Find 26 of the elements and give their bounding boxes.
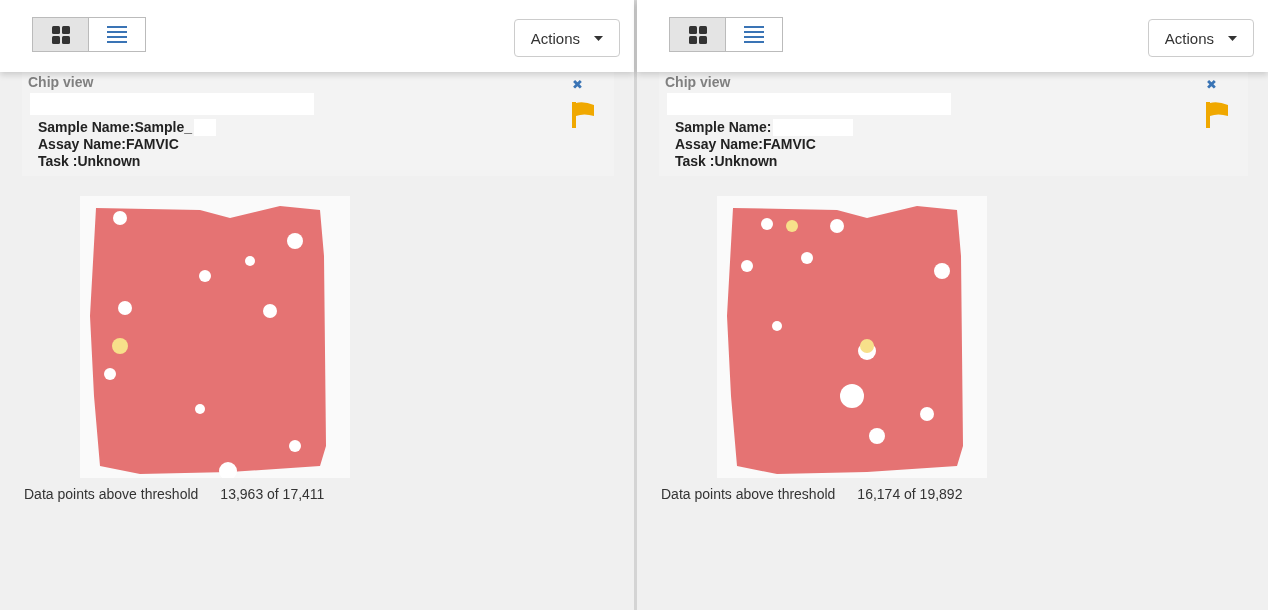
sample-name: Sample Name: [675,119,772,136]
threshold-value: 13,963 of 17,411 [220,486,325,502]
sample-name: Sample Name:Sample_ [38,119,193,136]
threshold-label: Data points above threshold [24,486,199,502]
assay-name: Assay Name:FAMVIC [38,136,180,153]
actions-button[interactable]: Actions [1147,19,1254,57]
close-button[interactable]: ✖ [572,77,583,92]
card-title: Chip view [28,74,95,90]
assay-name: Assay Name:FAMVIC [675,136,817,153]
grid-view-button[interactable] [33,18,89,51]
actions-button[interactable]: Actions [513,19,620,57]
close-button[interactable]: ✖ [1206,77,1217,92]
grid-icon [687,24,708,45]
list-icon [107,25,127,44]
task-label: Task :Unknown [38,153,142,170]
grid-icon [50,24,71,45]
view-toggle[interactable] [669,17,783,52]
grid-view-button[interactable] [670,18,726,51]
caret-icon [594,35,603,41]
threshold-label: Data points above threshold [661,486,836,502]
caret-icon [1228,35,1237,41]
card-title: Chip view [665,74,732,90]
list-icon [744,25,764,44]
threshold-value: 16,174 of 19,892 [857,486,963,502]
view-toggle[interactable] [32,17,146,52]
task-label: Task :Unknown [675,153,779,170]
